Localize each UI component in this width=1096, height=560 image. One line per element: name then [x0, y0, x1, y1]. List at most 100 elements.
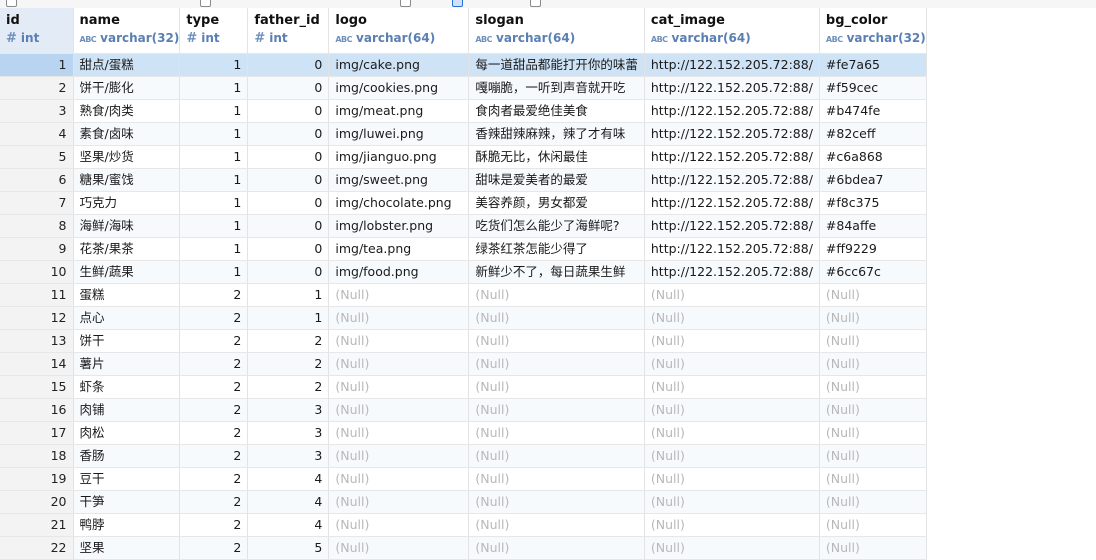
cell-name[interactable]: 鸭脖 — [73, 513, 181, 537]
cell-id[interactable]: 7 — [0, 191, 74, 215]
cell-type[interactable]: 1 — [179, 76, 249, 100]
cell-id[interactable]: 16 — [0, 398, 74, 422]
cell-name[interactable]: 巧克力 — [73, 191, 181, 215]
cell-slogan[interactable]: (Null) — [468, 536, 645, 560]
column-header-bg-color[interactable]: bg_color ABC varchar(32) — [819, 8, 927, 54]
cell-type[interactable]: 2 — [179, 398, 249, 422]
cell-bg-color[interactable]: (Null) — [819, 306, 927, 330]
cell-name[interactable]: 坚果 — [73, 536, 181, 560]
cell-father-id[interactable]: 2 — [247, 329, 330, 353]
cell-name[interactable]: 点心 — [73, 306, 181, 330]
cell-bg-color[interactable]: #6bdea7 — [819, 168, 927, 192]
cell-cat-image[interactable]: (Null) — [644, 375, 820, 399]
cell-logo[interactable]: img/jianguo.png — [328, 145, 470, 169]
cell-cat-image[interactable]: (Null) — [644, 306, 820, 330]
cell-type[interactable]: 1 — [179, 122, 249, 146]
cell-slogan[interactable]: 绿茶红茶怎能少得了 — [468, 237, 645, 261]
cell-father-id[interactable]: 1 — [247, 306, 330, 330]
toolbar-checkbox-icon[interactable] — [200, 0, 211, 7]
cell-bg-color[interactable]: #6cc67c — [819, 260, 927, 284]
cell-logo[interactable]: (Null) — [328, 329, 470, 353]
cell-cat-image[interactable]: (Null) — [644, 467, 820, 491]
cell-type[interactable]: 1 — [179, 260, 249, 284]
column-header-slogan[interactable]: slogan ABC varchar(64) — [468, 8, 645, 54]
cell-slogan[interactable]: (Null) — [468, 467, 645, 491]
cell-type[interactable]: 2 — [179, 283, 249, 307]
cell-bg-color[interactable]: (Null) — [819, 444, 927, 468]
cell-father-id[interactable]: 0 — [247, 99, 330, 123]
cell-id[interactable]: 4 — [0, 122, 74, 146]
cell-bg-color[interactable]: (Null) — [819, 283, 927, 307]
cell-slogan[interactable]: (Null) — [468, 283, 645, 307]
cell-logo[interactable]: (Null) — [328, 352, 470, 376]
cell-father-id[interactable]: 0 — [247, 214, 330, 238]
cell-slogan[interactable]: (Null) — [468, 490, 645, 514]
cell-logo[interactable]: (Null) — [328, 421, 470, 445]
cell-id[interactable]: 10 — [0, 260, 74, 284]
cell-father-id[interactable]: 0 — [247, 122, 330, 146]
cell-cat-image[interactable]: http://122.152.205.72:88/ — [644, 168, 820, 192]
cell-slogan[interactable]: 吃货们怎么能少了海鲜呢? — [468, 214, 645, 238]
table-row[interactable]: 17 肉松 2 3 (Null) (Null) (Null) (Null) — [0, 421, 927, 445]
table-row[interactable]: 5 坚果/炒货 1 0 img/jianguo.png 酥脆无比，休闲最佳 http://1… — [0, 145, 927, 169]
cell-logo[interactable]: (Null) — [328, 513, 470, 537]
cell-name[interactable]: 海鲜/海味 — [73, 214, 181, 238]
cell-type[interactable]: 2 — [179, 375, 249, 399]
cell-name[interactable]: 薯片 — [73, 352, 181, 376]
cell-father-id[interactable]: 0 — [247, 191, 330, 215]
cell-cat-image[interactable]: (Null) — [644, 283, 820, 307]
table-row[interactable]: 19 豆干 2 4 (Null) (Null) (Null) (Null) — [0, 467, 927, 491]
table-row[interactable]: 8 海鲜/海味 1 0 img/lobster.png 吃货们怎么能少了海鲜呢? http:… — [0, 214, 927, 238]
cell-cat-image[interactable]: http://122.152.205.72:88/ — [644, 99, 820, 123]
cell-father-id[interactable]: 3 — [247, 398, 330, 422]
cell-type[interactable]: 1 — [179, 168, 249, 192]
cell-bg-color[interactable]: #b474fe — [819, 99, 927, 123]
cell-slogan[interactable]: 嘎嘣脆，一听到声音就开吃 — [468, 76, 645, 100]
cell-bg-color[interactable]: #f8c375 — [819, 191, 927, 215]
cell-name[interactable]: 生鲜/蔬果 — [73, 260, 181, 284]
cell-slogan[interactable]: 甜味是爱美者的最爱 — [468, 168, 645, 192]
column-header-id[interactable]: id # int — [0, 8, 74, 54]
cell-type[interactable]: 2 — [179, 513, 249, 537]
cell-cat-image[interactable]: http://122.152.205.72:88/ — [644, 76, 820, 100]
cell-type[interactable]: 1 — [179, 191, 249, 215]
cell-bg-color[interactable]: #c6a868 — [819, 145, 927, 169]
table-row[interactable]: 6 糖果/蜜饯 1 0 img/sweet.png 甜味是爱美者的最爱 http://122… — [0, 168, 927, 192]
cell-father-id[interactable]: 0 — [247, 260, 330, 284]
column-header-father-id[interactable]: father_id # int — [247, 8, 330, 54]
cell-cat-image[interactable]: http://122.152.205.72:88/ — [644, 214, 820, 238]
cell-name[interactable]: 蛋糕 — [73, 283, 181, 307]
table-row[interactable]: 16 肉铺 2 3 (Null) (Null) (Null) (Null) — [0, 398, 927, 422]
table-row[interactable]: 3 熟食/肉类 1 0 img/meat.png 食肉者最爱绝佳美食 http://122.… — [0, 99, 927, 123]
cell-cat-image[interactable]: (Null) — [644, 398, 820, 422]
cell-bg-color[interactable]: (Null) — [819, 536, 927, 560]
table-row[interactable]: 9 花茶/果茶 1 0 img/tea.png 绿茶红茶怎能少得了 http://122.1… — [0, 237, 927, 261]
cell-cat-image[interactable]: (Null) — [644, 421, 820, 445]
cell-bg-color[interactable]: (Null) — [819, 329, 927, 353]
cell-id[interactable]: 21 — [0, 513, 74, 537]
toolbar-grid-icon[interactable] — [400, 0, 411, 7]
cell-logo[interactable]: (Null) — [328, 283, 470, 307]
cell-name[interactable]: 香肠 — [73, 444, 181, 468]
cell-name[interactable]: 素食/卤味 — [73, 122, 181, 146]
cell-bg-color[interactable]: (Null) — [819, 513, 927, 537]
cell-cat-image[interactable]: http://122.152.205.72:88/ — [644, 237, 820, 261]
column-header-logo[interactable]: logo ABC varchar(64) — [328, 8, 470, 54]
cell-logo[interactable]: img/meat.png — [328, 99, 470, 123]
cell-id[interactable]: 14 — [0, 352, 74, 376]
cell-father-id[interactable]: 1 — [247, 283, 330, 307]
cell-slogan[interactable]: 每一道甜品都能打开你的味蕾 — [468, 53, 645, 77]
cell-id[interactable]: 18 — [0, 444, 74, 468]
cell-logo[interactable]: img/luwei.png — [328, 122, 470, 146]
cell-father-id[interactable]: 2 — [247, 352, 330, 376]
cell-father-id[interactable]: 5 — [247, 536, 330, 560]
cell-name[interactable]: 肉铺 — [73, 398, 181, 422]
cell-id[interactable]: 6 — [0, 168, 74, 192]
cell-bg-color[interactable]: #f59cec — [819, 76, 927, 100]
cell-logo[interactable]: img/tea.png — [328, 237, 470, 261]
column-header-name[interactable]: name ABC varchar(32) — [73, 8, 181, 54]
cell-id[interactable]: 1 — [0, 53, 74, 77]
cell-bg-color[interactable]: (Null) — [819, 398, 927, 422]
cell-type[interactable]: 2 — [179, 421, 249, 445]
cell-type[interactable]: 2 — [179, 352, 249, 376]
